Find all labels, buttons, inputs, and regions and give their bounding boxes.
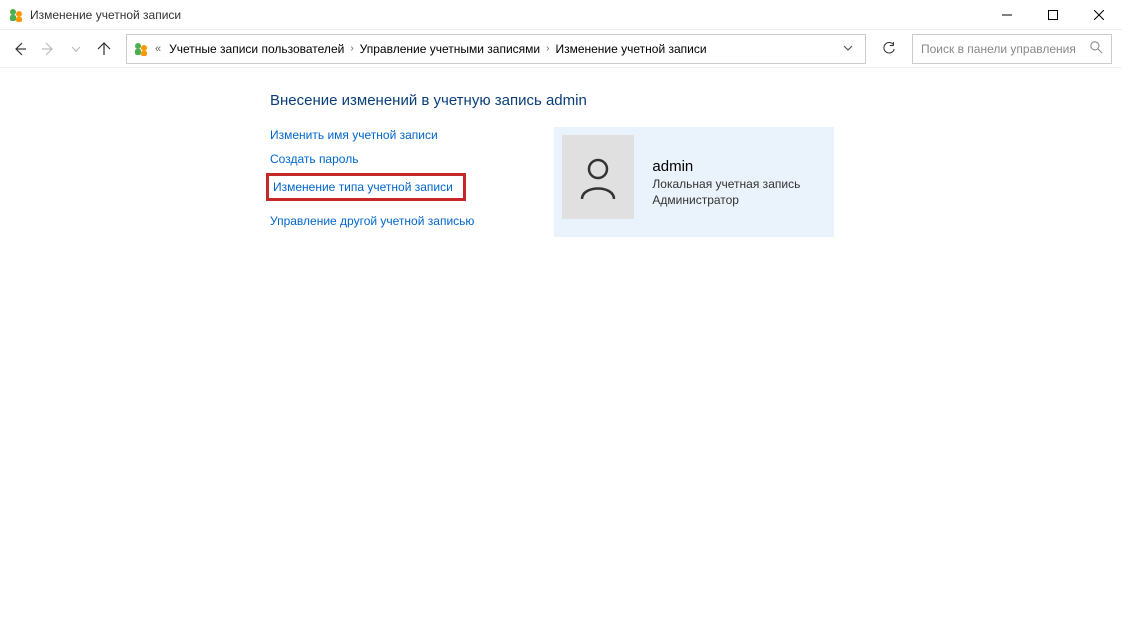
forward-button[interactable] (38, 39, 58, 59)
breadcrumb-label: Учетные записи пользователей (169, 42, 344, 56)
navigation-row: « Учетные записи пользователей › Управле… (0, 30, 1122, 68)
link-change-account-type[interactable]: Изменение типа учетной записи (266, 173, 466, 201)
window-controls (984, 0, 1122, 29)
breadcrumb-item-0[interactable]: Учетные записи пользователей (167, 42, 346, 56)
account-type: Локальная учетная запись (652, 177, 800, 191)
user-accounts-icon (133, 41, 149, 57)
close-button[interactable] (1076, 0, 1122, 29)
minimize-button[interactable] (984, 0, 1030, 29)
chevron-right-icon: › (546, 43, 549, 54)
search-icon (1090, 41, 1103, 57)
breadcrumb-label: Управление учетными записями (360, 42, 540, 56)
breadcrumb-item-2[interactable]: Изменение учетной записи (553, 42, 708, 56)
breadcrumb-item-1[interactable]: Управление учетными записями (358, 42, 542, 56)
recent-dropdown[interactable] (66, 39, 86, 59)
breadcrumb-prefix: « (153, 43, 163, 55)
chevron-right-icon: › (350, 43, 353, 54)
up-button[interactable] (94, 39, 114, 59)
refresh-button[interactable] (872, 34, 906, 64)
account-card: admin Локальная учетная запись Администр… (554, 127, 834, 237)
content-area: Внесение изменений в учетную запись admi… (0, 68, 1122, 237)
user-accounts-icon (8, 7, 24, 23)
search-input[interactable] (921, 42, 1084, 56)
nav-arrows (10, 39, 120, 59)
page-heading: Внесение изменений в учетную запись admi… (270, 92, 1122, 109)
window-title: Изменение учетной записи (30, 8, 984, 22)
account-role: Администратор (652, 193, 800, 207)
action-links: Изменить имя учетной записи Создать паро… (270, 127, 474, 237)
link-create-password[interactable]: Создать пароль (270, 151, 358, 167)
titlebar: Изменение учетной записи (0, 0, 1122, 30)
back-button[interactable] (10, 39, 30, 59)
address-dropdown[interactable] (837, 42, 859, 56)
account-name: admin (652, 158, 800, 175)
avatar (562, 135, 634, 219)
maximize-button[interactable] (1030, 0, 1076, 29)
breadcrumb-label: Изменение учетной записи (555, 42, 706, 56)
account-info: admin Локальная учетная запись Администр… (652, 135, 800, 229)
link-manage-other-account[interactable]: Управление другой учетной записью (270, 213, 474, 229)
search-box[interactable] (912, 34, 1112, 64)
link-rename-account[interactable]: Изменить имя учетной записи (270, 127, 438, 143)
breadcrumb[interactable]: « Учетные записи пользователей › Управле… (126, 34, 866, 64)
